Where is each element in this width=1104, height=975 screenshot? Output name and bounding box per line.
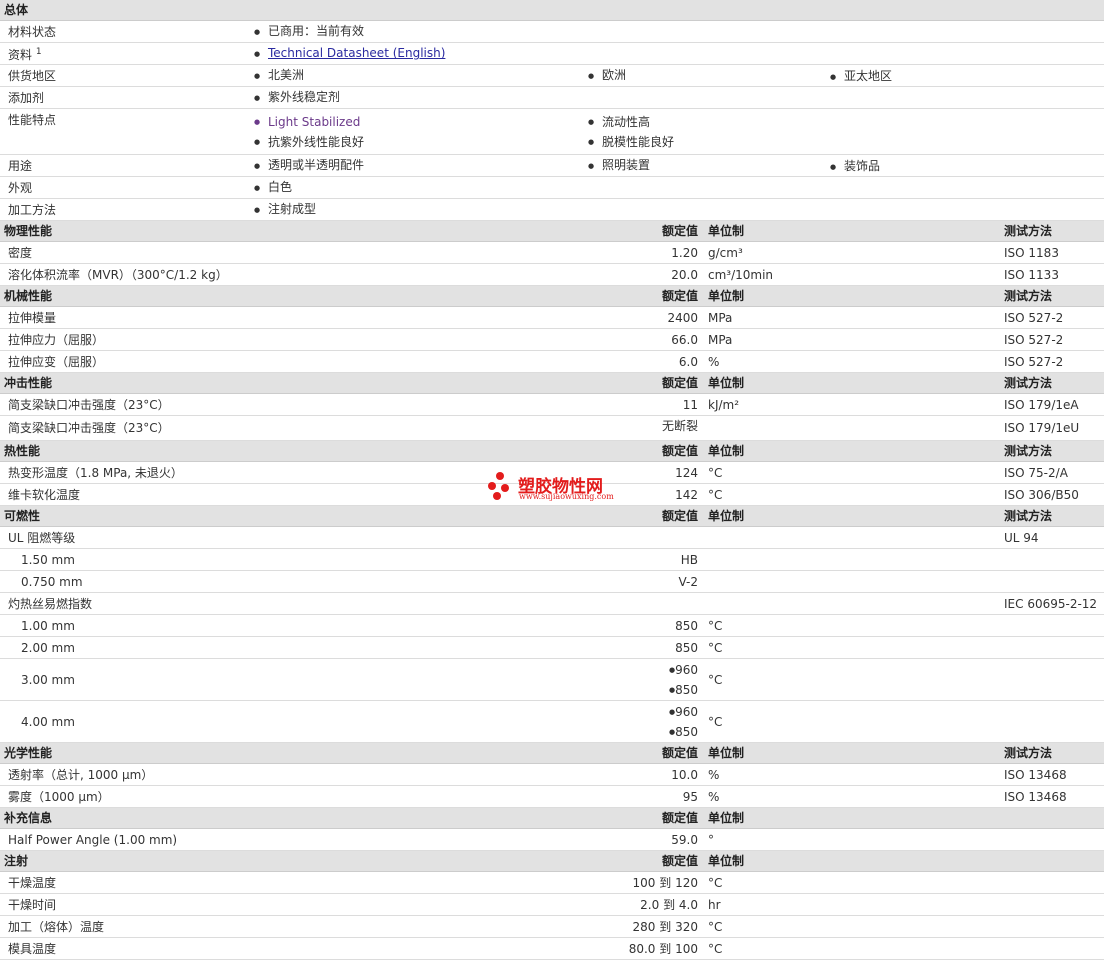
row-documents: 资料 1 Technical Datasheet (English) <box>0 42 1104 65</box>
row-drying-temp: 干燥温度 100 到 120 °C <box>0 871 1104 894</box>
row-features: 性能特点 Light Stabilized 抗紫外线性能良好 流动性高 脱模性能… <box>0 108 1104 155</box>
row-tensile-modulus: 拉伸模量 2400 MPa ISO 527-2 <box>0 306 1104 329</box>
row-gwfi-2-00: 2.00 mm 850 °C <box>0 636 1104 659</box>
row-ul-1-50: 1.50 mm HB <box>0 548 1104 571</box>
row-appearance: 外观 白色 <box>0 176 1104 199</box>
row-haze: 雾度（1000 µm） 95 % ISO 13468 <box>0 785 1104 808</box>
section-flammability-header: 可燃性 额定值 单位制 测试方法 <box>0 505 1104 527</box>
row-material-status: 材料状态 已商用：当前有效 <box>0 20 1104 43</box>
watermark-url: www.sujiaowuxing.com <box>519 492 614 501</box>
section-impact-header: 冲击性能 额定值 单位制 测试方法 <box>0 372 1104 394</box>
row-tensile-stress: 拉伸应力（屈服） 66.0 MPa ISO 527-2 <box>0 328 1104 351</box>
row-gwfi-3-00: 3.00 mm 960 850 °C <box>0 658 1104 701</box>
row-processing: 加工方法 注射成型 <box>0 198 1104 221</box>
row-charpy-unnotched: 简支梁缺口冲击强度（23°C） 无断裂 ISO 179/1eU <box>0 415 1104 441</box>
section-injection-header: 注射 额定值 单位制 <box>0 850 1104 872</box>
row-gwfi-1-00: 1.00 mm 850 °C <box>0 614 1104 637</box>
section-physical-header: 物理性能 额定值 单位制 测试方法 <box>0 220 1104 242</box>
row-melt-temp: 加工（熔体）温度 280 到 320 °C <box>0 915 1104 938</box>
section-optical-header: 光学性能 额定值 单位制 测试方法 <box>0 742 1104 764</box>
row-mvr: 溶化体积流率（MVR）（300°C/1.2 kg） 20.0 cm³/10min… <box>0 263 1104 286</box>
row-mold-temp: 模具温度 80.0 到 100 °C <box>0 937 1104 960</box>
logo-dots-icon <box>486 472 514 500</box>
row-charpy-notched: 简支梁缺口冲击强度（23°C） 11 kJ/m² ISO 179/1eA <box>0 393 1104 416</box>
row-uses: 用途 透明或半透明配件 照明装置 装饰品 <box>0 154 1104 177</box>
section-supplemental-header: 补充信息 额定值 单位制 <box>0 807 1104 829</box>
row-additive: 添加剂 紫外线稳定剂 <box>0 86 1104 109</box>
row-ul-rating: UL 阻燃等级 UL 94 <box>0 526 1104 549</box>
row-gwfi-4-00: 4.00 mm 960 850 °C <box>0 700 1104 743</box>
section-thermal-header: 热性能 额定值 单位制 测试方法 <box>0 440 1104 462</box>
row-half-power-angle: Half Power Angle (1.00 mm) 59.0 ° <box>0 828 1104 851</box>
row-drying-time: 干燥时间 2.0 到 4.0 hr <box>0 893 1104 916</box>
row-ul-0-750: 0.750 mm V-2 <box>0 570 1104 593</box>
row-availability: 供货地区 北美洲 欧洲 亚太地区 <box>0 64 1104 87</box>
row-transmittance: 透射率（总计, 1000 µm） 10.0 % ISO 13468 <box>0 763 1104 786</box>
section-general-header: 总体 <box>0 0 1104 21</box>
row-density: 密度 1.20 g/cm³ ISO 1183 <box>0 241 1104 264</box>
technical-datasheet-link[interactable]: Technical Datasheet (English) <box>268 46 445 60</box>
row-gwfi: 灼热丝易燃指数 IEC 60695-2-12 <box>0 592 1104 615</box>
section-mechanical-header: 机械性能 额定值 单位制 测试方法 <box>0 285 1104 307</box>
row-tensile-strain: 拉伸应变（屈服） 6.0 % ISO 527-2 <box>0 350 1104 373</box>
